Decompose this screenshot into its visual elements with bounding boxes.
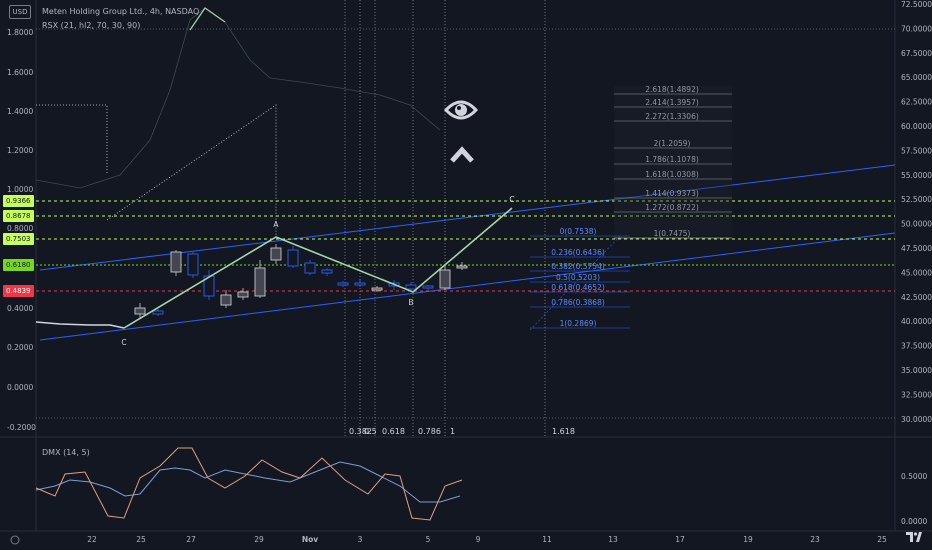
candle-body [187, 253, 199, 276]
price-level-label[interactable]: 0.6180 [3, 259, 34, 271]
right-axis-tick-label: 30.0000 [901, 415, 932, 424]
time-axis-tick-label: 23 [810, 535, 820, 544]
right-axis-tick-label: 60.0000 [901, 122, 932, 131]
time-axis-tick-label: 9 [476, 535, 481, 544]
time-axis-tick-label: 29 [254, 535, 264, 544]
right-axis-tick-label: 35.0000 [901, 366, 932, 375]
chevron-up-icon[interactable] [449, 144, 475, 164]
candle-body [220, 294, 232, 306]
left-axis-tick-label: 0.2000 [7, 343, 33, 352]
fib-time-zone-label: 1 [450, 427, 455, 436]
fib-time-zone-label: 0.618 [382, 427, 405, 436]
dmx-axis-tick-label: 0.0000 [901, 517, 927, 526]
left-axis-tick-label: 0.4000 [7, 304, 33, 313]
time-axis-tick-label: 22 [87, 535, 97, 544]
candle-body [170, 251, 182, 273]
right-axis-tick-label: 42.5000 [901, 293, 932, 302]
fib-extension-zone [614, 86, 732, 236]
time-axis-tick-label: 25 [136, 535, 146, 544]
time-axis-tick-label: Nov [302, 535, 318, 544]
right-axis-tick-label: 57.5000 [901, 146, 932, 155]
fib-retracement-label: 0.5(0.5203) [556, 273, 600, 282]
right-axis-tick-label: 45.0000 [901, 268, 932, 277]
dmx-indicator-legend[interactable]: DMX (14, 5) [42, 448, 90, 457]
time-axis-tick-label: 13 [608, 535, 618, 544]
left-axis-tick-label: 1.0000 [7, 185, 33, 194]
right-axis-tick-label: 50.0000 [901, 220, 932, 229]
pattern-point-label: B [408, 298, 413, 307]
time-axis-tick-label: 11 [542, 535, 552, 544]
right-axis-tick-label: 47.5000 [901, 244, 932, 253]
candle-body [287, 249, 299, 267]
fib-retracement-label: 0.382(0.5754) [551, 262, 605, 271]
price-level-label[interactable]: 0.8678 [3, 210, 34, 222]
fib-retracement-label: 0(0.7538) [560, 227, 597, 236]
chart-title: Meten Holding Group Ltd., 4h, NASDAQ [42, 7, 200, 16]
background [0, 0, 932, 550]
candle-body [354, 282, 366, 286]
right-axis-tick-label: 55.0000 [901, 171, 932, 180]
right-axis-tick-label: 52.5000 [901, 195, 932, 204]
time-axis-tick-label: 27 [186, 535, 196, 544]
candle-body [152, 310, 164, 315]
candle-body [304, 262, 316, 274]
left-axis-tick-label: 1.8000 [7, 28, 33, 37]
right-axis-tick-label: 62.5000 [901, 98, 932, 107]
candle-body [134, 307, 146, 315]
dmx-axis-tick-label: 0.5000 [901, 472, 927, 481]
fib-time-zone-label: 0.786 [418, 427, 441, 436]
fib-retracement-label: 0.236(0.6436) [551, 248, 605, 257]
candle-body [337, 282, 349, 286]
fib-time-zone-label: 0.5 [364, 427, 377, 436]
right-axis-tick-label: 37.5000 [901, 342, 932, 351]
price-level-label[interactable]: 0.7503 [3, 233, 34, 245]
pattern-point-label: C [121, 338, 126, 347]
left-axis-tick-label: 0.0000 [7, 383, 33, 392]
candle-body [254, 267, 266, 297]
fib-time-zone-label: 1.618 [552, 427, 575, 436]
time-axis-tick-label: 19 [743, 535, 753, 544]
tradingview-logo-icon [906, 532, 922, 542]
time-axis-tick-label: 5 [426, 535, 431, 544]
time-axis-tick-label: 17 [675, 535, 685, 544]
candle-body [439, 269, 451, 289]
candle-body [237, 291, 249, 298]
fib-retracement-label: 1(0.2869) [560, 319, 597, 328]
candle-body [371, 287, 383, 291]
currency-badge[interactable]: USD [9, 5, 31, 19]
chart-canvas[interactable]: 1.80001.60001.40001.20001.00000.80000.60… [0, 0, 932, 550]
pattern-point-label: A [273, 220, 279, 229]
time-axis-tick-label: 25 [877, 535, 887, 544]
price-level-label[interactable]: 0.9366 [3, 195, 34, 207]
left-axis-tick-label: 1.4000 [7, 107, 33, 116]
price-level-label[interactable]: 0.4839 [3, 285, 34, 297]
fib-retracement-label: 0.786(0.3868) [551, 298, 605, 307]
left-axis-tick-label: 1.2000 [7, 146, 33, 155]
right-axis-tick-label: 72.5000 [901, 0, 932, 9]
time-axis-tick-label: 3 [358, 535, 363, 544]
candle-body [405, 284, 417, 290]
candle-body [422, 285, 434, 289]
left-axis-tick-label: 0.8000 [7, 224, 33, 233]
rsx-indicator-legend[interactable]: RSX (21, hl2, 70, 30, 90) [42, 21, 140, 30]
left-axis-tick-label: 1.6000 [7, 68, 33, 77]
candle-body [270, 247, 282, 261]
right-axis-tick-label: 70.0000 [901, 24, 932, 33]
right-axis-tick-label: 40.0000 [901, 317, 932, 326]
right-axis-tick-label: 32.5000 [901, 390, 932, 399]
fib-retracement-label: 0.618(0.4652) [551, 283, 605, 292]
candle-body [456, 265, 468, 269]
pattern-point-label: C [509, 195, 514, 204]
right-axis-tick-label: 65.0000 [901, 73, 932, 82]
eye-icon[interactable] [444, 96, 478, 124]
candle-body [321, 269, 333, 274]
left-axis-tick-label: -0.2000 [7, 423, 36, 432]
right-axis-tick-label: 67.5000 [901, 49, 932, 58]
